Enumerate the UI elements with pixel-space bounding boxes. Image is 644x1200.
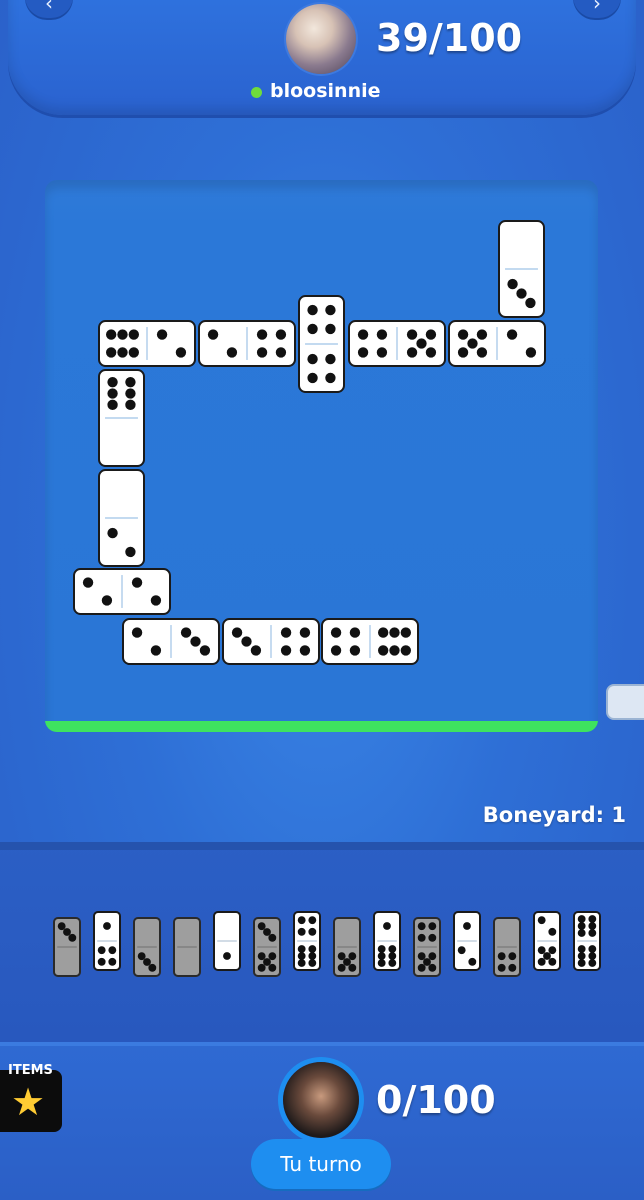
domino-board (45, 180, 598, 732)
turn-timer-bar (45, 721, 598, 732)
board-domino-2-2 (73, 568, 171, 615)
board-domino-3-4 (222, 618, 320, 665)
board-domino-4-5 (348, 320, 446, 367)
opponent-username: bloosinnie (270, 80, 381, 102)
hand-domino-1-4[interactable] (93, 911, 121, 971)
board-domino-4-4 (298, 295, 345, 393)
hand-domino-0-5 (333, 917, 361, 977)
hand-domino-4-5 (413, 917, 441, 977)
hand-domino-1-2[interactable] (453, 911, 481, 971)
hand-domino-4-6[interactable] (293, 911, 321, 971)
hand-domino-3-0 (53, 917, 81, 977)
online-status-dot (251, 87, 262, 98)
star-icon[interactable]: ★ (11, 1083, 45, 1121)
board-domino-0-2 (98, 469, 145, 567)
opponent-avatar[interactable] (286, 4, 356, 74)
boneyard-count: Boneyard: 1 (482, 803, 626, 827)
player-score: 0/100 (376, 1078, 496, 1122)
board-domino-2-4 (198, 320, 296, 367)
forward-chevron-icon: › (593, 0, 601, 15)
back-chevron-icon: ‹ (45, 0, 53, 15)
hand-domino-0-0 (173, 917, 201, 977)
items-label: ITEMS (8, 1063, 53, 1078)
hand-domino-6-6[interactable] (573, 911, 601, 971)
board-domino-6-2 (98, 320, 196, 367)
hand-domino-1-6[interactable] (373, 911, 401, 971)
board-domino-0-3 (498, 220, 545, 318)
hand-domino-0-3 (133, 917, 161, 977)
hand-domino-3-5 (253, 917, 281, 977)
player-avatar[interactable] (283, 1062, 359, 1138)
board-domino-6-0 (98, 369, 145, 467)
opponent-score: 39/100 (376, 16, 523, 60)
turn-button[interactable]: Tu turno (251, 1139, 391, 1189)
hand-domino-2-5[interactable] (533, 911, 561, 971)
player-hand-panel (0, 842, 644, 1042)
board-domino-4-6 (321, 618, 419, 665)
game-screen: ‹ › 39/100 bloosinnie Boneyard: 1 ITEMS … (0, 0, 644, 1200)
side-tab[interactable] (606, 684, 644, 720)
hand-domino-0-4 (493, 917, 521, 977)
board-domino-2-3 (122, 618, 220, 665)
board-domino-5-2 (448, 320, 546, 367)
hand-domino-0-1[interactable] (213, 911, 241, 971)
